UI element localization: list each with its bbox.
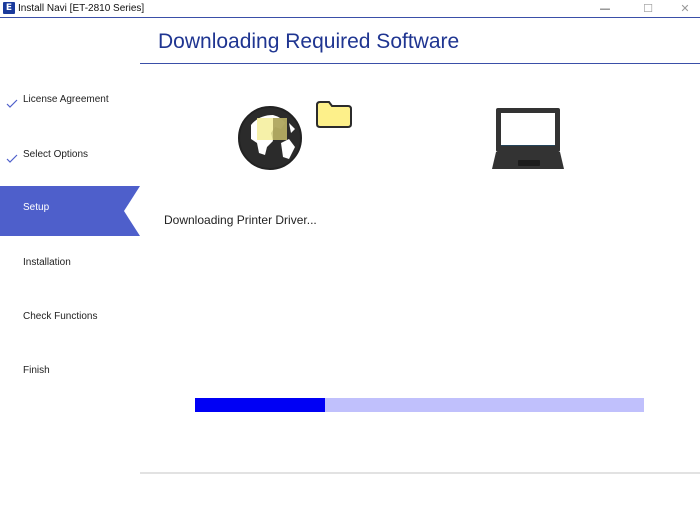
header-divider bbox=[140, 63, 700, 64]
checkmark-icon bbox=[6, 99, 18, 108]
step-label: Installation bbox=[23, 257, 71, 268]
step-label: Finish bbox=[23, 365, 50, 376]
step-check-functions: Check Functions bbox=[0, 295, 140, 345]
status-text: Downloading Printer Driver... bbox=[164, 213, 317, 227]
active-step-notch bbox=[124, 186, 140, 236]
window-title: Install Navi [ET-2810 Series] bbox=[18, 3, 145, 14]
footer-divider bbox=[140, 472, 700, 474]
step-label: Check Functions bbox=[23, 311, 98, 322]
app-icon: E bbox=[3, 2, 15, 14]
step-label: License Agreement bbox=[23, 94, 109, 105]
step-license-agreement: License Agreement bbox=[0, 74, 140, 124]
checkmark-icon bbox=[6, 154, 18, 163]
minimize-button[interactable]: — bbox=[590, 0, 620, 17]
step-select-options: Select Options bbox=[0, 129, 140, 179]
maximize-button[interactable]: ☐ bbox=[633, 0, 663, 17]
close-button[interactable]: ✕ bbox=[670, 0, 700, 17]
step-finish: Finish bbox=[0, 350, 140, 400]
step-sidebar: License Agreement Select Options Setup I… bbox=[0, 64, 140, 484]
step-installation: Installation bbox=[0, 240, 140, 290]
globe-icon bbox=[238, 106, 302, 170]
page-title: Downloading Required Software bbox=[158, 30, 460, 53]
step-label: Select Options bbox=[23, 149, 89, 160]
folder-icon bbox=[316, 101, 352, 128]
download-progress-bar bbox=[195, 398, 644, 412]
title-bar: E Install Navi [ET-2810 Series] — ☐ ✕ bbox=[0, 0, 700, 18]
step-label: Setup bbox=[23, 202, 50, 213]
laptop-icon bbox=[492, 108, 564, 169]
progress-fill bbox=[195, 398, 326, 412]
step-setup: Setup bbox=[0, 186, 140, 236]
